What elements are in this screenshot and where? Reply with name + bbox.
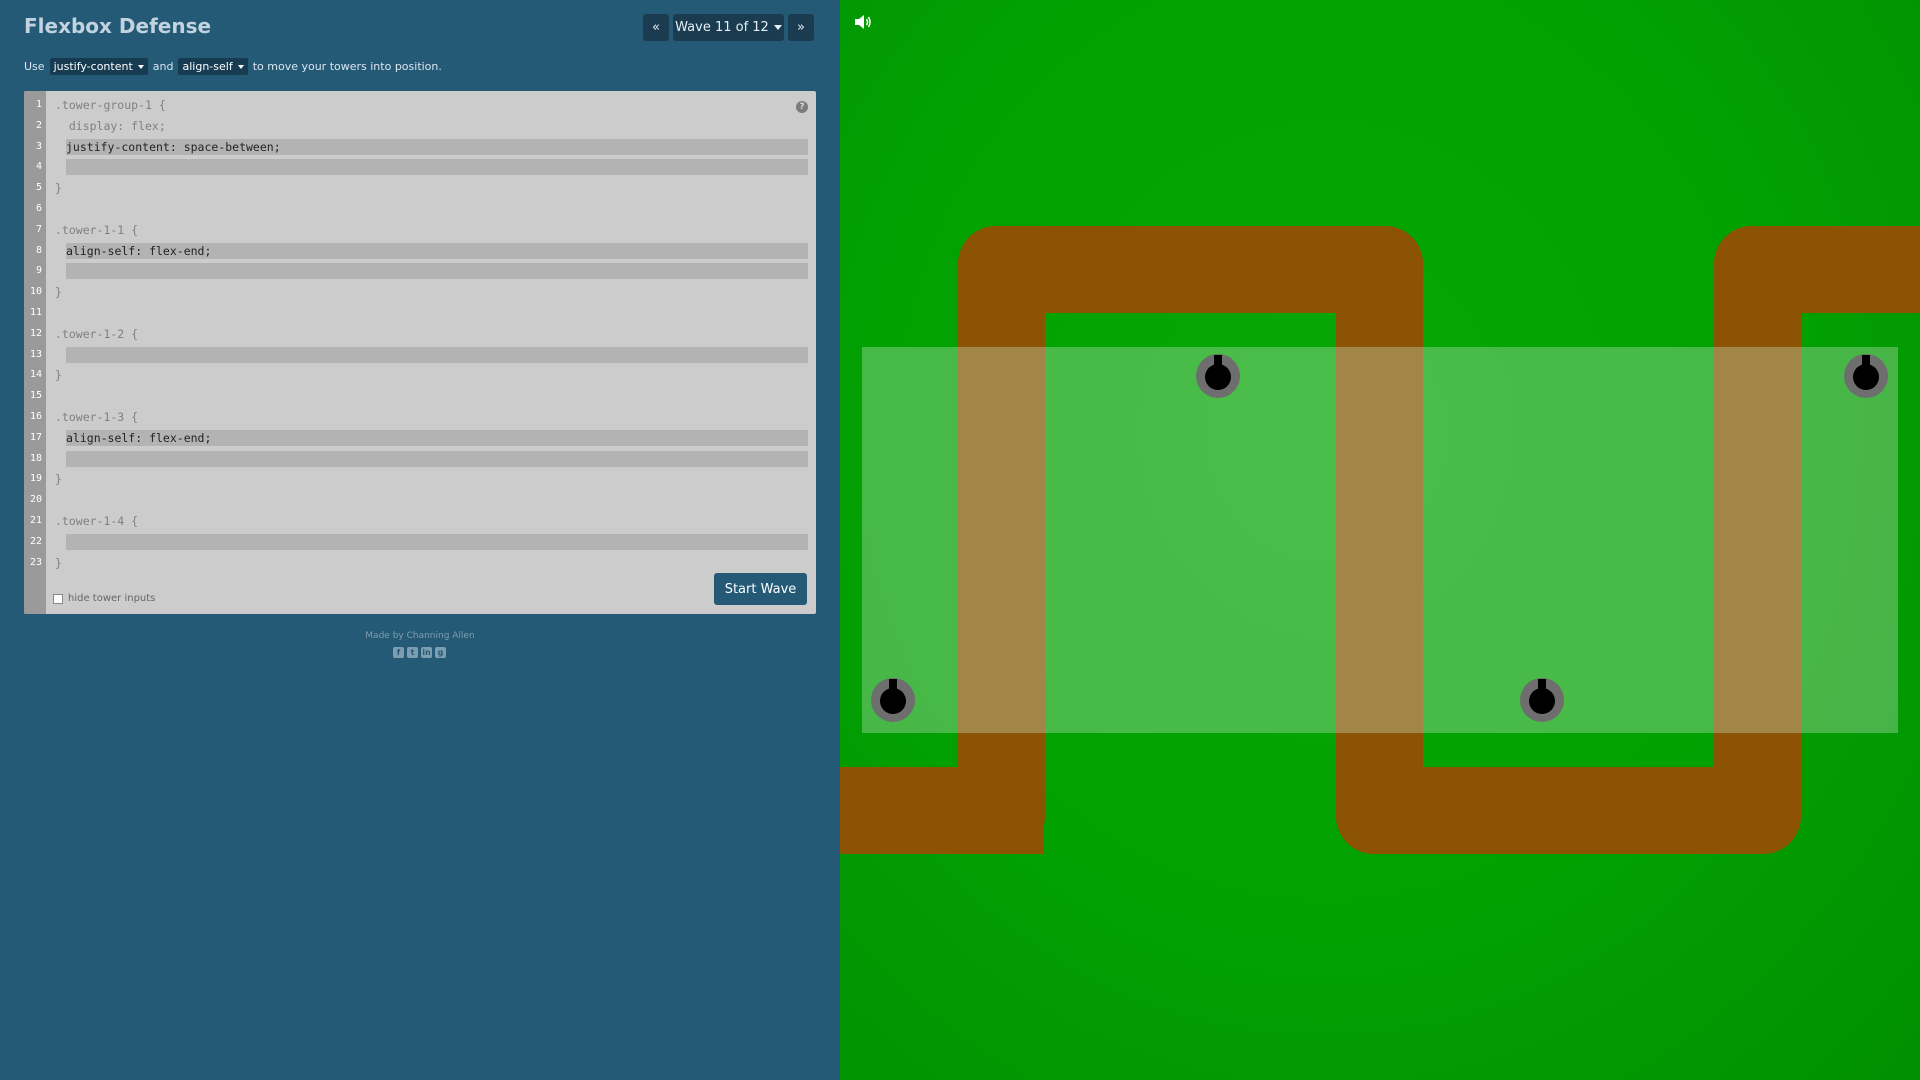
code-line: display: flex; (55, 119, 166, 133)
code-line: .tower-1-3 { (55, 410, 139, 424)
instructions: Use justify-content and align-self to mo… (24, 58, 442, 75)
line-number: 1 (35, 99, 42, 110)
next-wave-button[interactable]: » (788, 14, 814, 41)
css-input-field[interactable]: justify-content: space-between; (66, 139, 808, 155)
line-number: 22 (29, 536, 42, 547)
line-number: 12 (29, 328, 42, 339)
chevron-down-icon (773, 25, 782, 30)
line-number: 2 (35, 120, 42, 131)
line-number: 5 (35, 182, 42, 193)
code-line: .tower-1-1 { (55, 223, 139, 237)
css-input-field[interactable] (66, 534, 808, 550)
css-input-field[interactable]: align-self: flex-end; (66, 430, 808, 446)
code-line: } (55, 556, 62, 570)
property-select-justify-content[interactable]: justify-content (49, 58, 148, 75)
line-number: 15 (29, 390, 42, 401)
line-number: 3 (35, 141, 42, 152)
line-number: 19 (29, 473, 42, 484)
facebook-icon[interactable]: f (393, 647, 404, 658)
line-number: 9 (35, 265, 42, 276)
line-number: 20 (29, 494, 42, 505)
code-line: .tower-1-2 { (55, 327, 139, 341)
line-number: 14 (29, 369, 42, 380)
line-number: 13 (29, 349, 42, 360)
line-number: 10 (29, 286, 42, 297)
css-input-field[interactable] (66, 347, 808, 363)
tower-group (862, 347, 1898, 733)
line-number: 23 (29, 557, 42, 568)
line-number: 21 (29, 515, 42, 526)
help-icon[interactable]: ? (796, 101, 808, 113)
twitter-icon[interactable]: t (407, 647, 418, 658)
line-number: 8 (35, 245, 42, 256)
line-number: 11 (29, 307, 42, 318)
wave-navigation: « Wave 11 of 12 » (643, 14, 814, 41)
property-select-align-self[interactable]: align-self (178, 58, 248, 75)
previous-wave-button[interactable]: « (643, 14, 669, 41)
tower-1-1 (871, 678, 915, 722)
start-wave-button[interactable]: Start Wave (714, 573, 807, 605)
social-links: f t in g (393, 647, 446, 658)
css-input-field[interactable] (66, 159, 808, 175)
code-line: } (55, 181, 62, 195)
linkedin-icon[interactable]: in (421, 647, 432, 658)
tower-1-4 (1844, 354, 1888, 398)
hide-tower-inputs-label: hide tower inputs (68, 593, 156, 604)
property-select-label: justify-content (53, 60, 133, 73)
code-editor: 1 2 3 4 5 6 7 8 9 10 11 12 13 14 15 16 17 18 19 20 21 22 23 .t… (24, 91, 816, 614)
chevron-down-icon (237, 64, 244, 69)
app-title: Flexbox Defense (24, 14, 212, 38)
line-number: 17 (29, 432, 42, 443)
line-number: 18 (29, 453, 42, 464)
css-input-field[interactable]: align-self: flex-end; (66, 243, 808, 259)
code-line: .tower-1-4 { (55, 514, 139, 528)
css-input-field[interactable] (66, 263, 808, 279)
github-icon[interactable]: g (435, 647, 446, 658)
enemy-path-segment (1714, 226, 1920, 313)
code-line: } (55, 285, 62, 299)
hide-tower-inputs-toggle[interactable]: hide tower inputs (53, 593, 155, 604)
code-line: .tower-group-1 { (55, 98, 166, 112)
left-panel: Flexbox Defense « Wave 11 of 12 » Use ju… (0, 0, 840, 1080)
css-input-field[interactable] (66, 451, 808, 467)
line-number-gutter: 1 2 3 4 5 6 7 8 9 10 11 12 13 14 15 16 17 18 19 20 21 22 23 (24, 91, 46, 614)
credits-text: Made by Channing Allen (365, 631, 475, 641)
sound-icon[interactable] (854, 14, 872, 30)
wave-label: Wave 11 of 12 (675, 20, 769, 35)
hide-tower-inputs-checkbox[interactable] (53, 593, 63, 604)
tower-1-3 (1520, 678, 1564, 722)
line-number: 16 (29, 411, 42, 422)
instructions-prefix: Use (24, 60, 45, 73)
chevron-down-icon (137, 64, 144, 69)
tower-1-2 (1196, 354, 1240, 398)
line-number: 6 (35, 203, 42, 214)
instructions-conjunction: and (152, 60, 174, 73)
property-select-label: align-self (182, 60, 233, 73)
line-number: 7 (35, 224, 42, 235)
game-board (840, 0, 1920, 1080)
code-line: } (55, 368, 62, 382)
line-number: 4 (35, 161, 42, 172)
wave-select-dropdown[interactable]: Wave 11 of 12 (673, 14, 784, 41)
instructions-suffix: to move your towers into position. (252, 60, 442, 73)
code-line: } (55, 472, 62, 486)
